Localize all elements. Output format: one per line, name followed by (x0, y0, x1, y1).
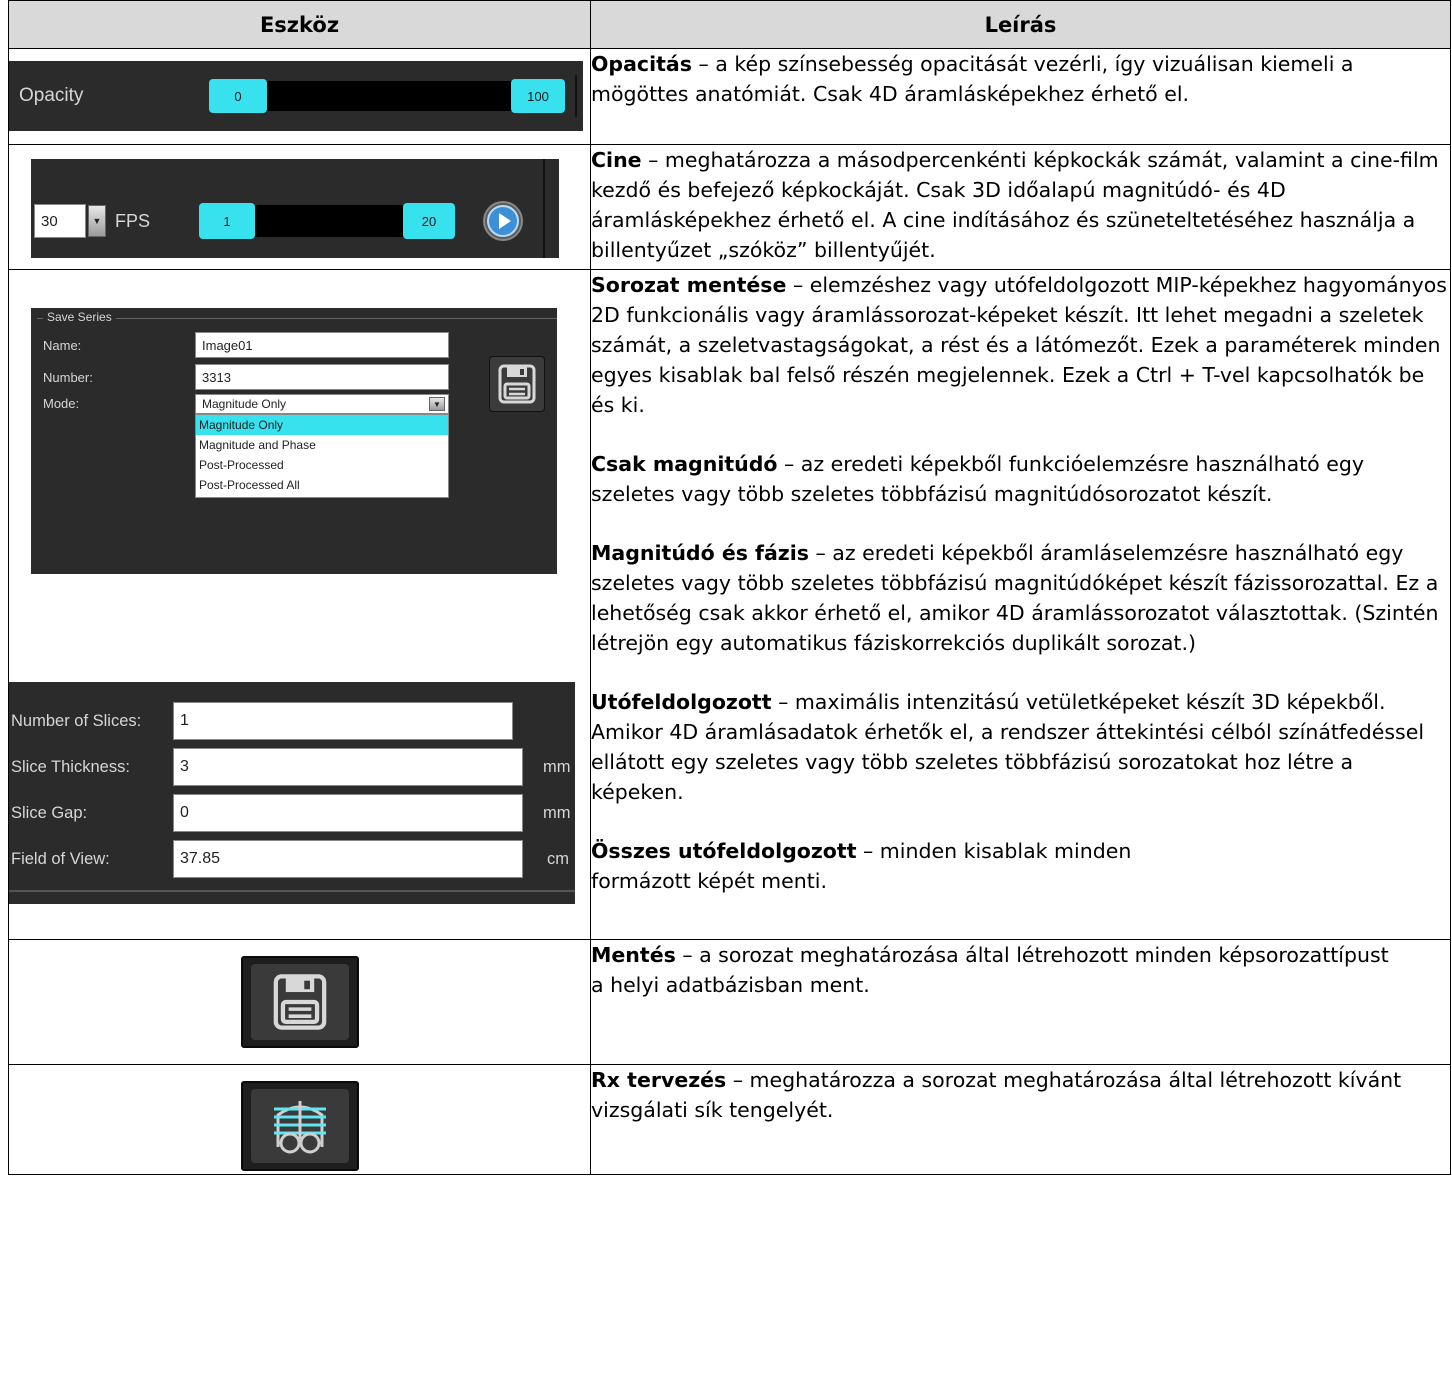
tool-description-table: Eszköz Leírás Opacity 0 100 Opacitás – a… (8, 0, 1451, 1175)
slice-count-input[interactable]: 1 (173, 702, 513, 740)
save-button-large[interactable] (241, 956, 359, 1048)
mode-option[interactable]: Post-Processed All (196, 475, 448, 495)
mode-dropdown-list: Magnitude Only Magnitude and Phase Post-… (195, 414, 449, 498)
fps-select[interactable]: 30 (34, 204, 86, 238)
panel-bottom-border (9, 890, 575, 892)
opacity-text: – a kép színsebesség opacitását vezérli,… (591, 52, 1354, 106)
chevron-down-icon: ▼ (92, 216, 102, 226)
row-save-series: Save Series Name: Image01 Number: 3313 M… (8, 269, 1451, 940)
opacity-widget: Opacity 0 100 (9, 61, 583, 131)
opacity-label: Opacity (19, 85, 84, 106)
slice-count-label: Number of Slices: (11, 712, 142, 730)
slice-gap-unit: mm (543, 804, 571, 822)
slice-thickness-label: Slice Thickness: (11, 758, 130, 776)
opacity-min-handle[interactable]: 0 (209, 79, 267, 113)
number-label: Number: (43, 370, 93, 385)
mode-select[interactable]: Magnitude Only ▼ (195, 394, 449, 414)
save-text: – a sorozat meghatározása által létrehoz… (591, 943, 1389, 997)
play-button[interactable] (483, 201, 523, 241)
divider (575, 75, 577, 117)
cine-widget: 30 ▼ FPS 1 20 (31, 159, 559, 258)
save-series-legend: Save Series (43, 310, 116, 324)
header-description: Leírás (590, 0, 1451, 49)
fov-label: Field of View: (11, 850, 110, 868)
header-tool: Eszköz (8, 0, 591, 49)
save-series-panel: Save Series Name: Image01 Number: 3313 M… (31, 308, 557, 574)
slice-gap-input[interactable]: 0 (173, 794, 523, 832)
number-value: 3313 (202, 369, 231, 385)
rx-description: Rx tervezés – meghatározza a sorozat meg… (590, 1064, 1451, 1175)
name-value: Image01 (202, 337, 253, 353)
slice-gap-value: 0 (180, 804, 189, 821)
fps-dropdown-button[interactable]: ▼ (88, 205, 106, 237)
save-button[interactable] (489, 356, 545, 412)
chevron-down-icon: ▼ (429, 397, 445, 411)
slice-count-value: 1 (180, 712, 189, 729)
cine-title: Cine (591, 148, 642, 172)
save-tool-cell (8, 939, 591, 1065)
cine-text: – meghatározza a másodpercenkénti képkoc… (591, 148, 1439, 262)
row-opacity: Opacity 0 100 Opacitás – a kép színsebes… (8, 48, 1451, 145)
para-title: Sorozat mentése (591, 273, 787, 297)
floppy-disk-icon (498, 364, 536, 404)
save-description: Mentés – a sorozat meghatározása által l… (590, 939, 1451, 1065)
row-cine: 30 ▼ FPS 1 20 Cine – meghatározza a máso… (8, 144, 1451, 270)
number-input[interactable]: 3313 (195, 364, 449, 390)
fov-unit: cm (547, 850, 569, 868)
divider (543, 159, 545, 258)
slice-thickness-input[interactable]: 3 (173, 748, 523, 786)
name-label: Name: (43, 338, 82, 353)
para-title: Utófeldolgozott (591, 690, 772, 714)
name-input[interactable]: Image01 (195, 332, 449, 358)
save-title: Mentés (591, 943, 676, 967)
mode-label: Mode: (43, 396, 80, 411)
slice-parameters-panel: Number of Slices: 1 Slice Thickness: 3 m… (9, 682, 575, 904)
para-title: Magnitúdó és fázis (591, 541, 809, 565)
mode-option[interactable]: Magnitude and Phase (196, 435, 448, 455)
mode-value: Magnitude Only (202, 397, 287, 411)
opacity-description: Opacitás – a kép színsebesség opacitását… (590, 48, 1451, 145)
fps-value: 30 (41, 212, 58, 230)
play-icon (487, 205, 519, 237)
fov-value: 37.85 (180, 850, 221, 867)
row-save: Mentés – a sorozat meghatározása által l… (8, 939, 1451, 1065)
slice-thickness-value: 3 (180, 758, 189, 775)
mode-option[interactable]: Magnitude Only (196, 415, 448, 435)
rx-title: Rx tervezés (591, 1068, 727, 1092)
rx-planning-button[interactable] (241, 1081, 359, 1171)
opacity-max-handle[interactable]: 100 (511, 79, 565, 113)
rx-button-face (251, 1089, 349, 1163)
floppy-disk-icon (273, 974, 327, 1030)
save-button-face (251, 964, 349, 1040)
cine-end-handle[interactable]: 20 (403, 203, 455, 239)
opacity-tool-cell: Opacity 0 100 (8, 48, 591, 145)
rx-tool-cell (8, 1064, 591, 1175)
para-title: Csak magnitúdó (591, 452, 778, 476)
rx-planning-icon (274, 1101, 326, 1154)
mode-option[interactable]: Post-Processed (196, 455, 448, 475)
header-row: Eszköz Leírás (8, 0, 1451, 49)
save-series-tool-cell: Save Series Name: Image01 Number: 3313 M… (8, 269, 591, 940)
slice-gap-label: Slice Gap: (11, 804, 88, 822)
fps-label: FPS (115, 211, 151, 231)
opacity-title: Opacitás (591, 52, 692, 76)
row-rx: Rx tervezés – meghatározza a sorozat meg… (8, 1064, 1451, 1175)
cine-tool-cell: 30 ▼ FPS 1 20 (8, 144, 591, 270)
save-series-description: Sorozat mentése – elemzéshez vagy utófel… (590, 269, 1451, 940)
fov-input[interactable]: 37.85 (173, 840, 523, 878)
para-title: Összes utófeldolgozott (591, 839, 857, 863)
slice-thickness-unit: mm (543, 758, 571, 776)
cine-description: Cine – meghatározza a másodpercenkénti k… (590, 144, 1451, 270)
cine-start-handle[interactable]: 1 (199, 203, 255, 239)
